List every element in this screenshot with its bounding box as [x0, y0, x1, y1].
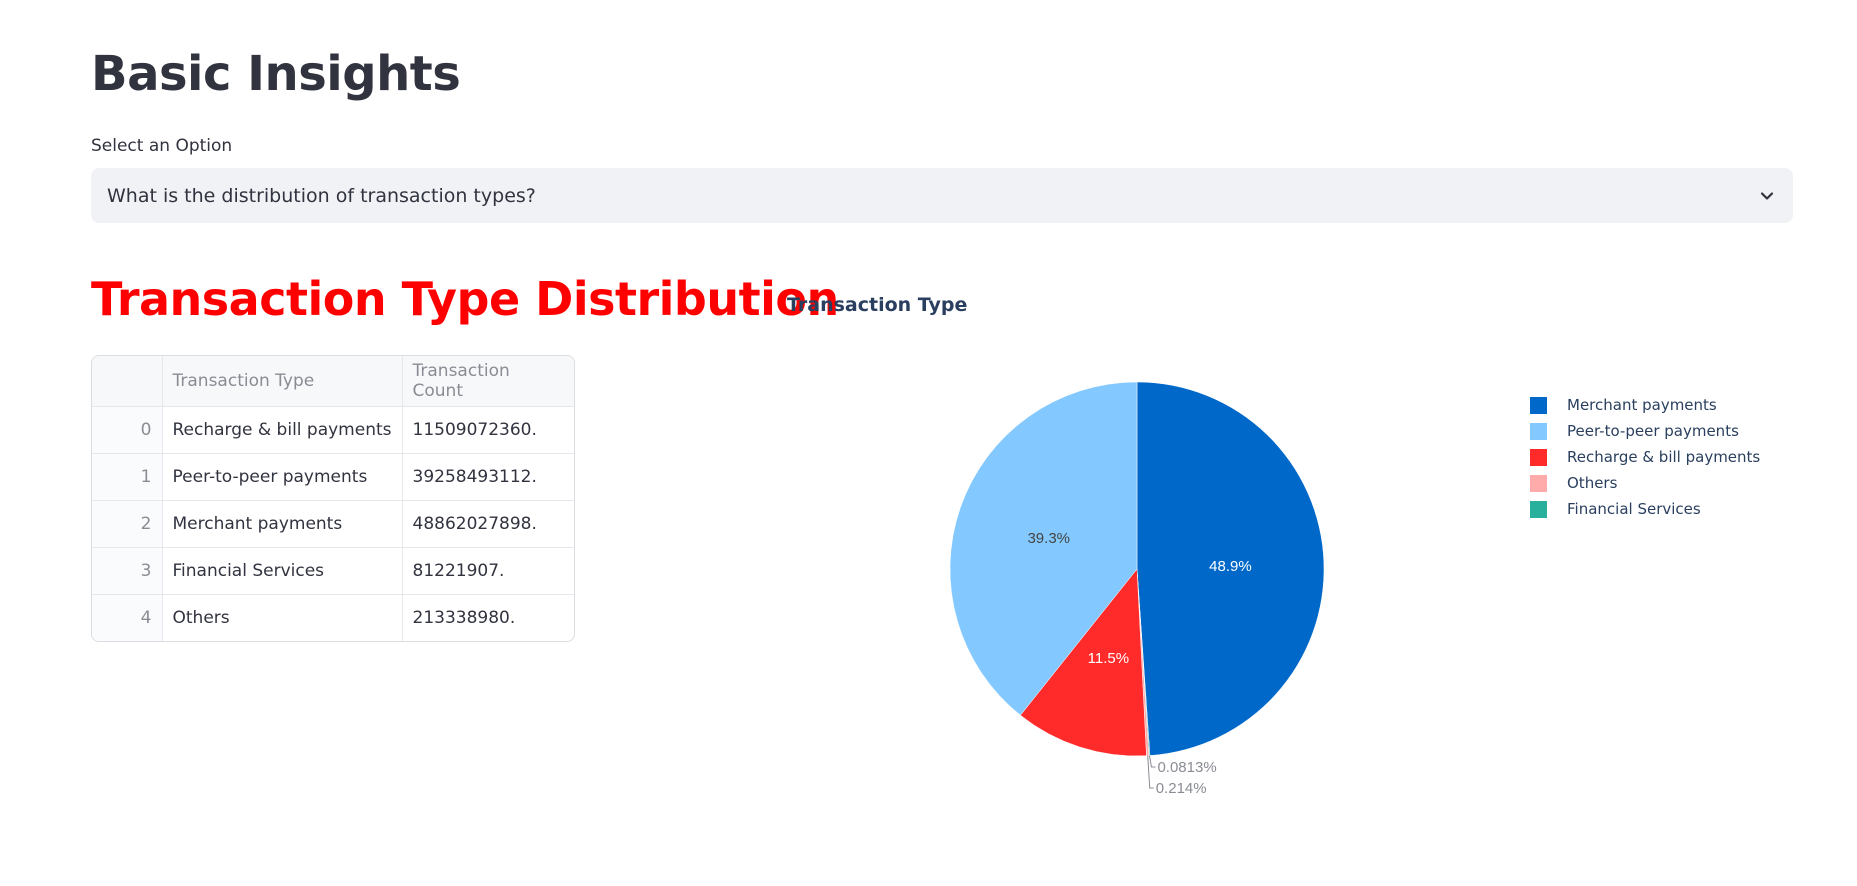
pie-slice-label: 11.5% — [1088, 650, 1129, 667]
legend-item[interactable]: Peer-to-peer payments — [1530, 418, 1760, 444]
chart-legend[interactable]: Merchant payments Peer-to-peer payments … — [1530, 392, 1760, 522]
legend-label: Peer-to-peer payments — [1567, 422, 1739, 440]
legend-swatch — [1530, 396, 1547, 414]
legend-swatch — [1530, 448, 1547, 466]
legend-label: Recharge & bill payments — [1567, 448, 1761, 466]
legend-swatch — [1530, 500, 1547, 518]
pie-slice-label: 0.0813% — [1157, 759, 1216, 776]
legend-item[interactable]: Merchant payments — [1530, 392, 1760, 418]
legend-swatch — [1530, 422, 1547, 440]
pie-leader-line — [1148, 755, 1156, 768]
legend-item[interactable]: Financial Services — [1530, 496, 1760, 522]
pie-slice-label: 48.9% — [1209, 558, 1252, 575]
legend-swatch — [1530, 474, 1547, 492]
legend-label: Financial Services — [1567, 500, 1701, 518]
legend-label: Others — [1567, 474, 1618, 492]
legend-item[interactable]: Others — [1530, 470, 1760, 496]
legend-item[interactable]: Recharge & bill payments — [1530, 444, 1760, 470]
pie-slice-label: 39.3% — [1027, 530, 1070, 547]
pie-slice-label: 0.214% — [1156, 780, 1207, 797]
legend-label: Merchant payments — [1567, 396, 1717, 414]
